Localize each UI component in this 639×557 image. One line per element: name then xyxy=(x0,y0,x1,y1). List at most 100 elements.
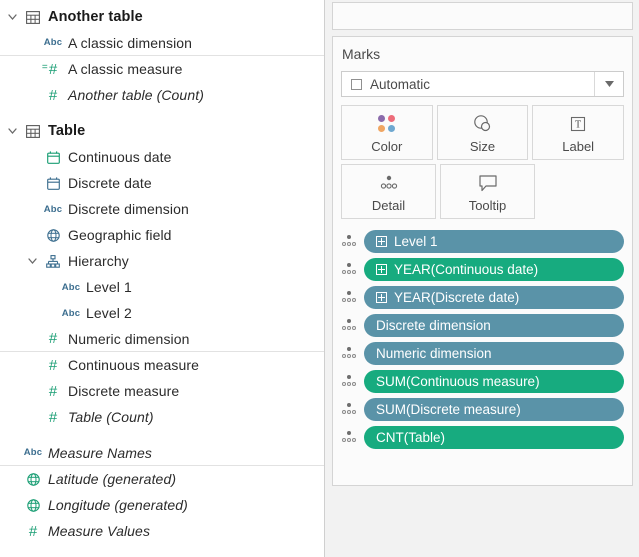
calendar-green-icon xyxy=(40,150,66,164)
chevron-down-icon[interactable] xyxy=(24,258,40,264)
marks-pill[interactable]: SUM(Continuous measure) xyxy=(364,370,624,393)
table-group-header[interactable]: Table xyxy=(0,118,324,144)
measure-icon: # xyxy=(48,356,58,374)
marks-pill-row[interactable]: Discrete dimension xyxy=(337,313,624,338)
chevron-down-icon[interactable] xyxy=(4,14,20,20)
marks-pill[interactable]: SUM(Discrete measure) xyxy=(364,398,624,421)
detail-dots-icon xyxy=(377,171,401,195)
data-field-row[interactable]: # Another table (Count) xyxy=(0,82,324,108)
table-group-header[interactable]: Another table xyxy=(0,4,324,30)
marks-buttons-row-2: Detail Tooltip xyxy=(341,164,624,219)
size-button[interactable]: Size xyxy=(436,105,529,160)
table-icon xyxy=(20,124,46,138)
tooltip-button-label: Tooltip xyxy=(468,197,507,213)
generated-field-row[interactable]: Longitude (generated) xyxy=(0,492,324,518)
label-button[interactable]: T Label xyxy=(532,105,625,160)
data-field-row[interactable]: # Discrete measure xyxy=(0,378,324,404)
marks-pill-label: SUM(Continuous measure) xyxy=(376,374,540,389)
field-label: Another table (Count) xyxy=(68,87,204,103)
expand-plus-icon[interactable] xyxy=(376,292,387,303)
calendar-blue-icon xyxy=(40,176,66,190)
marks-pill[interactable]: YEAR(Discrete date) xyxy=(364,286,624,309)
table-group-name: Another table xyxy=(48,9,143,25)
data-field-row[interactable]: Discrete date xyxy=(0,170,324,196)
data-field-row[interactable]: Geographic field xyxy=(0,222,324,248)
data-field-row[interactable]: Abc A classic dimension xyxy=(0,30,324,56)
marks-pill-row[interactable]: Numeric dimension xyxy=(337,341,624,366)
marks-pill[interactable]: CNT(Table) xyxy=(364,426,624,449)
generated-field-row[interactable]: Abc Measure Names xyxy=(0,440,324,466)
field-label: Hierarchy xyxy=(68,253,129,269)
field-label: Numeric dimension xyxy=(68,330,190,347)
chevron-down-icon[interactable] xyxy=(4,128,20,134)
detail-dots-icon[interactable] xyxy=(337,430,361,446)
detail-dots-icon[interactable] xyxy=(337,234,361,250)
detail-button[interactable]: Detail xyxy=(341,164,436,219)
globe-green-icon xyxy=(20,472,46,486)
detail-dots-icon[interactable] xyxy=(337,402,361,418)
color-button[interactable]: Color xyxy=(341,105,433,160)
size-circles-icon xyxy=(471,112,495,136)
field-label: Latitude (generated) xyxy=(48,471,177,487)
marks-buttons-row-1: Color Size T Label xyxy=(341,105,625,160)
field-label: Level 2 xyxy=(86,305,132,321)
measure-icon: # xyxy=(48,408,58,426)
marks-pill[interactable]: YEAR(Continuous date) xyxy=(364,258,624,281)
measure-icon: # xyxy=(28,522,38,540)
square-icon xyxy=(351,78,362,90)
measure-icon: # xyxy=(48,330,58,347)
data-field-row[interactable]: # Continuous measure xyxy=(0,352,324,378)
marks-pill[interactable]: Numeric dimension xyxy=(364,342,624,365)
marks-pill-row[interactable]: YEAR(Continuous date) xyxy=(337,257,624,282)
marks-pill[interactable]: Discrete dimension xyxy=(364,314,624,337)
globe-blue-icon xyxy=(40,228,66,242)
data-field-row[interactable]: Abc Level 2 xyxy=(0,300,324,326)
label-button-label: Label xyxy=(562,138,595,154)
detail-dots-icon[interactable] xyxy=(337,318,361,334)
data-field-row[interactable]: # Numeric dimension xyxy=(0,326,324,352)
filters-card[interactable] xyxy=(332,2,633,30)
marks-pill-row[interactable]: SUM(Continuous measure) xyxy=(337,369,624,394)
data-field-row[interactable]: # Table (Count) xyxy=(0,404,324,430)
marks-pill-row[interactable]: SUM(Discrete measure) xyxy=(337,397,624,422)
marks-pill[interactable]: Level 1 xyxy=(364,230,624,253)
mark-type-dropdown[interactable]: Automatic xyxy=(341,71,624,97)
chevron-down-icon[interactable] xyxy=(594,72,623,96)
detail-dots-icon[interactable] xyxy=(337,346,361,362)
field-label: Level 1 xyxy=(86,279,132,295)
tooltip-button[interactable]: Tooltip xyxy=(440,164,535,219)
marks-pill-label: CNT(Table) xyxy=(376,430,446,445)
marks-pill-list: Level 1 YEAR(Continuous date) YEAR(Discret… xyxy=(333,229,632,450)
hierarchy-icon xyxy=(40,254,66,268)
field-label: Table (Count) xyxy=(68,409,154,425)
svg-text:T: T xyxy=(575,119,581,130)
detail-dots-icon[interactable] xyxy=(337,290,361,306)
data-field-row[interactable]: #A classic measure xyxy=(0,56,324,82)
field-label: Longitude (generated) xyxy=(48,497,188,513)
marks-card: Marks Automatic Color Size T Label Detai… xyxy=(332,36,633,486)
data-field-row[interactable]: Abc Discrete dimension xyxy=(0,196,324,222)
marks-pill-row[interactable]: YEAR(Discrete date) xyxy=(337,285,624,310)
color-dots-icon xyxy=(377,112,397,136)
field-label: Continuous measure xyxy=(68,357,199,373)
generated-field-row[interactable]: Latitude (generated) xyxy=(0,466,324,492)
data-field-row[interactable]: Continuous date xyxy=(0,144,324,170)
globe-green-icon xyxy=(20,498,46,512)
marks-pill-label: Numeric dimension xyxy=(376,346,492,361)
detail-dots-icon[interactable] xyxy=(337,374,361,390)
data-field-row[interactable]: Hierarchy xyxy=(0,248,324,274)
detail-dots-icon[interactable] xyxy=(337,262,361,278)
generated-field-row[interactable]: # Measure Values xyxy=(0,518,324,544)
abc-icon: Abc xyxy=(61,281,81,293)
field-label: A classic measure xyxy=(68,61,183,77)
abc-icon: Abc xyxy=(61,307,81,319)
abc-icon: Abc xyxy=(43,37,63,48)
table-icon xyxy=(20,10,46,24)
data-field-row[interactable]: Abc Level 1 xyxy=(0,274,324,300)
measure-icon: # xyxy=(48,86,58,104)
table-group-name: Table xyxy=(48,123,86,139)
marks-pill-row[interactable]: Level 1 xyxy=(337,229,624,254)
marks-pill-row[interactable]: CNT(Table) xyxy=(337,425,624,450)
expand-plus-icon[interactable] xyxy=(376,264,387,275)
expand-plus-icon[interactable] xyxy=(376,236,387,247)
